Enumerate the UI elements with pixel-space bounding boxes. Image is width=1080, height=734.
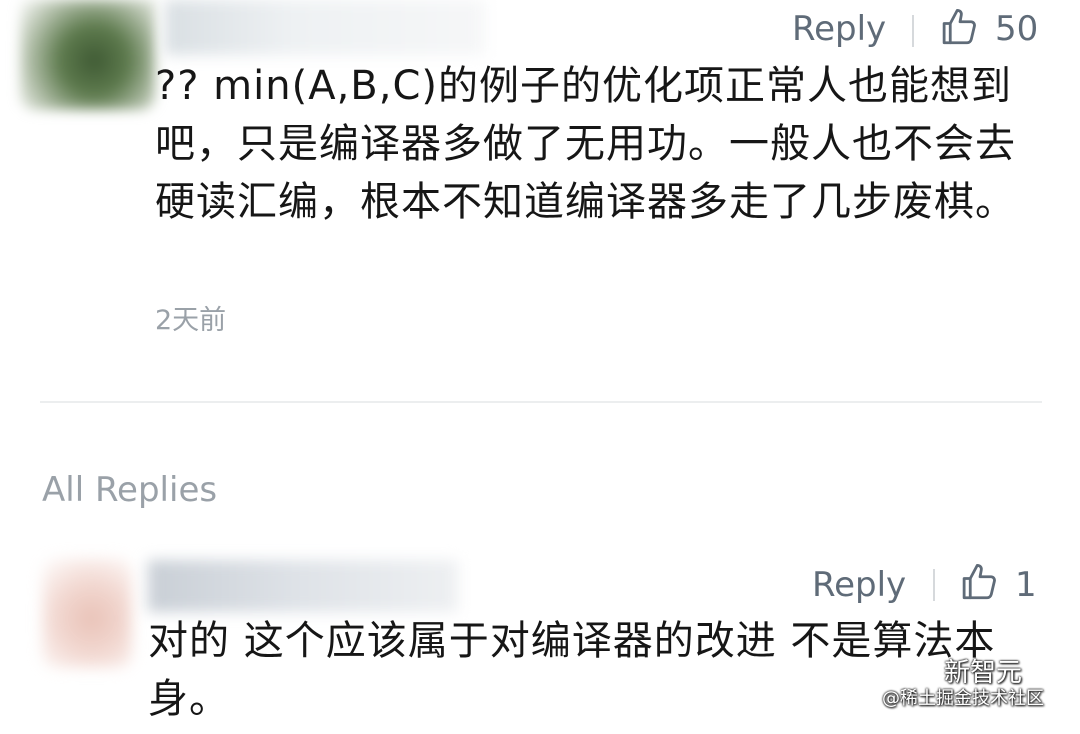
action-divider — [912, 15, 914, 47]
action-divider — [933, 569, 935, 601]
thumbs-up-icon[interactable] — [938, 6, 980, 48]
reply-commenter-name — [148, 560, 458, 612]
reply-button[interactable]: Reply — [792, 9, 886, 49]
divider — [40, 401, 1042, 403]
commenter-name — [165, 0, 485, 55]
wechat-icon — [902, 658, 940, 688]
comment-text: ?? min(A,B,C)的例子的优化项正常人也能想到吧，只是编译器多做了无用功… — [155, 63, 1016, 225]
reply-avatar[interactable] — [42, 558, 132, 668]
thumbs-up-icon[interactable] — [958, 561, 1000, 603]
like-count: 1 — [1015, 565, 1037, 605]
watermark: 新智元 @稀土掘金技术社区 — [882, 658, 1062, 716]
comment-timestamp: 2天前 — [155, 305, 227, 336]
like-count: 50 — [995, 9, 1039, 49]
avatar[interactable] — [20, 0, 155, 110]
watermark-source: @稀土掘金技术社区 — [882, 688, 1044, 709]
reply-button[interactable]: Reply — [812, 565, 906, 605]
watermark-brand: 新智元 — [944, 658, 1023, 688]
all-replies-heading: All Replies — [42, 470, 218, 510]
